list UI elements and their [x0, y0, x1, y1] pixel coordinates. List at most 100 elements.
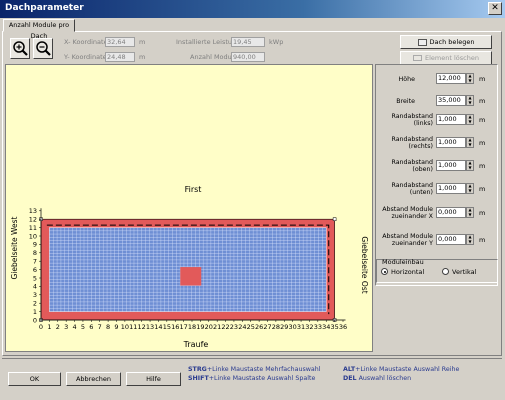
vertical-radio[interactable]: [442, 268, 449, 275]
x-tick-label: 3: [64, 323, 68, 331]
y-tick-label: 9: [33, 241, 37, 249]
x-tick-label: 17: [179, 323, 187, 331]
y-coordinate-label: Y- Koordinate: [64, 53, 107, 61]
width-label: Breite: [396, 98, 415, 105]
eave-top-label: First: [185, 185, 202, 194]
abst-y-spinner[interactable]: ▲ ▼: [466, 234, 474, 245]
rand-oben-label-2: (oben): [412, 166, 433, 173]
abst-x-input[interactable]: 0,000: [436, 207, 466, 218]
rand-unten-label-2: (unten): [409, 189, 433, 196]
x-tick-label: 0: [39, 323, 43, 331]
y-tick-label: 2: [33, 300, 37, 308]
x-tick-label: 2: [56, 323, 60, 331]
roof-canvas[interactable]: First Traufe Giebelseite West Giebelseit…: [5, 64, 373, 352]
abst-x-unit: m: [479, 209, 486, 217]
abst-x-spinner[interactable]: ▲ ▼: [466, 207, 474, 218]
zoom-out-icon: [36, 41, 51, 56]
x-tick-label: 30: [289, 323, 297, 331]
orientation-title: Moduleinbau: [382, 258, 424, 266]
y-tick-label: 7: [33, 258, 37, 266]
obstacle-area: [180, 267, 202, 286]
x-tick-label: 6: [89, 323, 93, 331]
height-label: Höhe: [398, 76, 415, 83]
installed-power-field: 19,45: [231, 37, 265, 47]
ok-button[interactable]: OK: [8, 372, 61, 386]
delete-icon: [413, 55, 423, 61]
zoom-in-button[interactable]: [10, 38, 30, 59]
rand-links-label-2: (links): [413, 120, 433, 127]
horizontal-radio[interactable]: [381, 268, 388, 275]
width-input[interactable]: 35,000: [436, 95, 466, 106]
rand-links-spinner[interactable]: ▲ ▼: [466, 114, 474, 125]
x-tick-label: 23: [230, 323, 238, 331]
rand-rechts-input[interactable]: 1,000: [436, 137, 466, 148]
abst-x-label-2: zueinander X: [391, 213, 433, 220]
rand-rechts-spinner[interactable]: ▲ ▼: [466, 137, 474, 148]
x-tick-label: 32: [305, 323, 313, 331]
horizontal-label: Horizontal: [391, 268, 425, 276]
rand-unten-spinner[interactable]: ▲ ▼: [466, 183, 474, 194]
separator: [2, 358, 502, 359]
cover-roof-button[interactable]: Dach belegen: [400, 35, 492, 49]
cover-roof-label: Dach belegen: [429, 38, 475, 46]
rand-unten-label-1: Randabstand: [391, 182, 433, 189]
y-tick-label: 0: [33, 316, 37, 324]
x-tick-label: 19: [196, 323, 204, 331]
width-spinner[interactable]: ▲ ▼: [466, 95, 474, 106]
y-tick-label: 4: [33, 283, 37, 291]
x-tick-label: 36: [339, 323, 347, 331]
x-tick-label: 20: [205, 323, 213, 331]
rand-oben-label-1: Randabstand: [391, 159, 433, 166]
tab-modules-per-roof[interactable]: Anzahl Module pro Dach: [3, 19, 75, 40]
x-tick-label: 26: [255, 323, 263, 331]
rand-rechts-label-2: (rechts): [408, 143, 433, 150]
gable-west-label: Giebelseite West: [10, 216, 19, 279]
x-tick-label: 18: [188, 323, 196, 331]
x-tick-label: 11: [129, 323, 137, 331]
rand-links-label-1: Randabstand: [391, 113, 433, 120]
height-spinner[interactable]: ▲ ▼: [466, 73, 474, 84]
x-tick-label: 35: [330, 323, 338, 331]
help-button[interactable]: Hilfe: [126, 372, 181, 386]
x-tick-label: 25: [247, 323, 255, 331]
y-tick-label: 13: [29, 207, 37, 215]
abst-y-input[interactable]: 0,000: [436, 234, 466, 245]
eave-bottom-label: Traufe: [183, 340, 209, 349]
y-tick-label: 11: [29, 224, 37, 232]
rand-links-unit: m: [479, 116, 486, 124]
x-tick-label: 31: [297, 323, 305, 331]
y-tick-label: 10: [29, 232, 37, 240]
x-tick-label: 10: [121, 323, 129, 331]
delete-element-button[interactable]: Element löschen: [400, 51, 492, 65]
rand-unten-input[interactable]: 1,000: [436, 183, 466, 194]
height-unit: m: [479, 75, 486, 83]
width-unit: m: [479, 97, 486, 105]
height-input[interactable]: 12,000: [436, 73, 466, 84]
rand-links-input[interactable]: 1,000: [436, 114, 466, 125]
hint-alt: ALT+Linke Maustaste Auswahl Reihe: [343, 366, 460, 373]
cancel-button[interactable]: Abbrechen: [66, 372, 121, 386]
hint-del: DEL Auswahl löschen: [343, 375, 412, 382]
x-coordinate-field: 32,64: [105, 37, 135, 47]
abst-y-label-2: zueinander Y: [391, 240, 433, 247]
x-tick-label: 29: [280, 323, 288, 331]
rand-oben-input[interactable]: 1,000: [436, 160, 466, 171]
abst-x-label-1: Abstand Module: [382, 206, 433, 213]
roof-diagram[interactable]: First Traufe Giebelseite West Giebelseit…: [6, 65, 374, 353]
y-tick-label: 3: [33, 291, 37, 299]
x-tick-label: 34: [322, 323, 330, 331]
x-tick-label: 9: [114, 323, 118, 331]
rand-oben-unit: m: [479, 162, 486, 170]
x-tick-label: 16: [171, 323, 179, 331]
abst-y-label-1: Abstand Module: [382, 233, 433, 240]
x-tick-label: 7: [98, 323, 102, 331]
x-tick-label: 12: [138, 323, 146, 331]
abst-y-unit: m: [479, 236, 486, 244]
hint-shift: SHIFT+Linke Maustaste Auswahl Spalte: [188, 375, 316, 382]
rand-oben-spinner[interactable]: ▲ ▼: [466, 160, 474, 171]
x-tick-label: 5: [81, 323, 85, 331]
close-button[interactable]: ✕: [488, 2, 502, 15]
x-tick-label: 15: [163, 323, 171, 331]
zoom-out-button[interactable]: [33, 38, 53, 59]
y-tick-label: 5: [33, 274, 37, 282]
